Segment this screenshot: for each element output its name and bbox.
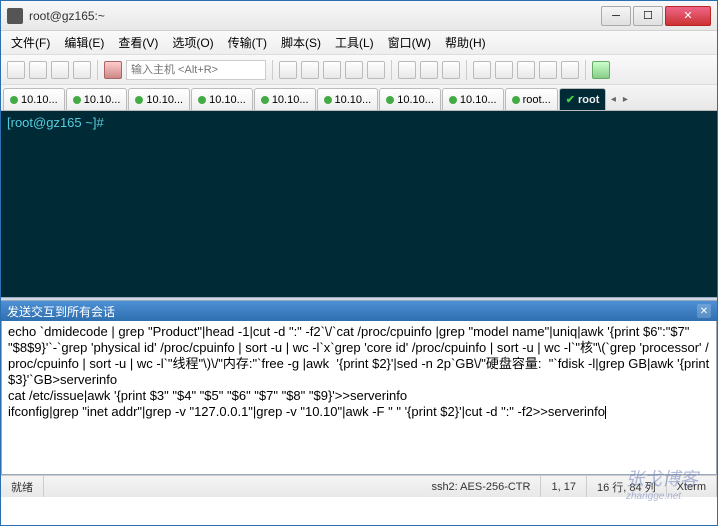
toolbar-icon[interactable] bbox=[367, 61, 385, 79]
toolbar-icon[interactable] bbox=[7, 61, 25, 79]
command-text: echo `dmidecode | grep "Product"|head -1… bbox=[8, 324, 713, 419]
maximize-button[interactable]: ☐ bbox=[633, 6, 663, 26]
toolbar-icon[interactable] bbox=[473, 61, 491, 79]
status-ready: 就绪 bbox=[1, 476, 44, 497]
separator bbox=[97, 60, 98, 80]
minimize-button[interactable]: ─ bbox=[601, 6, 631, 26]
session-tab[interactable]: 10.10... bbox=[128, 88, 190, 110]
menu-bar: 文件(F) 编辑(E) 查看(V) 选项(O) 传输(T) 脚本(S) 工具(L… bbox=[1, 31, 717, 55]
tab-label: root... bbox=[523, 94, 551, 106]
status-size: 16 行, 84 列 bbox=[587, 476, 667, 497]
status-dot-icon bbox=[73, 96, 81, 104]
separator bbox=[272, 60, 273, 80]
menu-help[interactable]: 帮助(H) bbox=[439, 32, 492, 53]
shell-prompt: [root@gz165 ~]# bbox=[7, 115, 104, 130]
separator bbox=[391, 60, 392, 80]
status-spacer bbox=[44, 476, 421, 497]
tab-label: 10.10... bbox=[460, 94, 497, 106]
menu-script[interactable]: 脚本(S) bbox=[275, 32, 327, 53]
toolbar-icon[interactable] bbox=[442, 61, 460, 79]
toolbar-icon[interactable] bbox=[561, 61, 579, 79]
check-icon: ✔ bbox=[566, 93, 575, 106]
toolbar bbox=[1, 55, 717, 85]
menu-view[interactable]: 查看(V) bbox=[112, 32, 164, 53]
toolbar-icon[interactable] bbox=[29, 61, 47, 79]
status-dot-icon bbox=[449, 96, 457, 104]
menu-options[interactable]: 选项(O) bbox=[166, 32, 219, 53]
session-tab[interactable]: 10.10... bbox=[442, 88, 504, 110]
status-dot-icon bbox=[324, 96, 332, 104]
session-tab[interactable]: 10.10... bbox=[66, 88, 128, 110]
separator bbox=[466, 60, 467, 80]
panel-close-icon[interactable]: ✕ bbox=[697, 304, 711, 318]
menu-transfer[interactable]: 传输(T) bbox=[222, 32, 273, 53]
panel-title: 发送交互到所有会话 bbox=[7, 303, 115, 320]
status-cipher: ssh2: AES-256-CTR bbox=[421, 476, 541, 497]
toolbar-icon[interactable] bbox=[517, 61, 535, 79]
menu-edit[interactable]: 编辑(E) bbox=[58, 32, 110, 53]
tab-label: 10.10... bbox=[84, 94, 121, 106]
session-tab-active[interactable]: ✔root bbox=[559, 88, 607, 110]
tab-label: 10.10... bbox=[272, 94, 309, 106]
status-dot-icon bbox=[10, 96, 18, 104]
toolbar-icon[interactable] bbox=[73, 61, 91, 79]
session-tab[interactable]: 10.10... bbox=[379, 88, 441, 110]
disconnect-icon[interactable] bbox=[104, 61, 122, 79]
broadcast-input[interactable]: echo `dmidecode | grep "Product"|head -1… bbox=[1, 321, 717, 475]
tab-scroll-right[interactable]: ▸ bbox=[619, 88, 631, 110]
broadcast-panel-header: 发送交互到所有会话 ✕ bbox=[1, 301, 717, 321]
tab-label: 10.10... bbox=[209, 94, 246, 106]
separator bbox=[585, 60, 586, 80]
status-dot-icon bbox=[135, 96, 143, 104]
tab-label: 10.10... bbox=[397, 94, 434, 106]
tab-label: 10.10... bbox=[146, 94, 183, 106]
close-button[interactable]: ✕ bbox=[665, 6, 711, 26]
status-dot-icon bbox=[512, 96, 520, 104]
session-tab[interactable]: root... bbox=[505, 88, 558, 110]
toolbar-icon[interactable] bbox=[592, 61, 610, 79]
toolbar-icon[interactable] bbox=[345, 61, 363, 79]
session-tab[interactable]: 10.10... bbox=[254, 88, 316, 110]
menu-window[interactable]: 窗口(W) bbox=[382, 32, 437, 53]
status-cursor-pos: 1, 17 bbox=[541, 476, 586, 497]
tab-scroll-left[interactable]: ◂ bbox=[607, 88, 619, 110]
terminal-output[interactable]: [root@gz165 ~]# bbox=[1, 111, 717, 297]
toolbar-icon[interactable] bbox=[495, 61, 513, 79]
toolbar-icon[interactable] bbox=[323, 61, 341, 79]
tab-label: 10.10... bbox=[335, 94, 372, 106]
status-dot-icon bbox=[198, 96, 206, 104]
menu-tools[interactable]: 工具(L) bbox=[329, 32, 380, 53]
text-cursor bbox=[605, 406, 606, 419]
toolbar-icon[interactable] bbox=[279, 61, 297, 79]
status-dot-icon bbox=[261, 96, 269, 104]
host-input[interactable] bbox=[126, 60, 266, 80]
status-bar: 就绪 ssh2: AES-256-CTR 1, 17 16 行, 84 列 Xt… bbox=[1, 475, 717, 497]
toolbar-icon[interactable] bbox=[398, 61, 416, 79]
session-tab[interactable]: 10.10... bbox=[317, 88, 379, 110]
menu-file[interactable]: 文件(F) bbox=[5, 32, 56, 53]
window-title: root@gz165:~ bbox=[29, 9, 599, 23]
status-term: Xterm bbox=[667, 476, 717, 497]
session-tab[interactable]: 10.10... bbox=[3, 88, 65, 110]
tab-label: 10.10... bbox=[21, 94, 58, 106]
toolbar-icon[interactable] bbox=[51, 61, 69, 79]
tab-strip: 10.10... 10.10... 10.10... 10.10... 10.1… bbox=[1, 85, 717, 111]
toolbar-icon[interactable] bbox=[301, 61, 319, 79]
status-dot-icon bbox=[386, 96, 394, 104]
app-icon bbox=[7, 8, 23, 24]
toolbar-icon[interactable] bbox=[539, 61, 557, 79]
tab-label: root bbox=[578, 94, 599, 106]
session-tab[interactable]: 10.10... bbox=[191, 88, 253, 110]
toolbar-icon[interactable] bbox=[420, 61, 438, 79]
